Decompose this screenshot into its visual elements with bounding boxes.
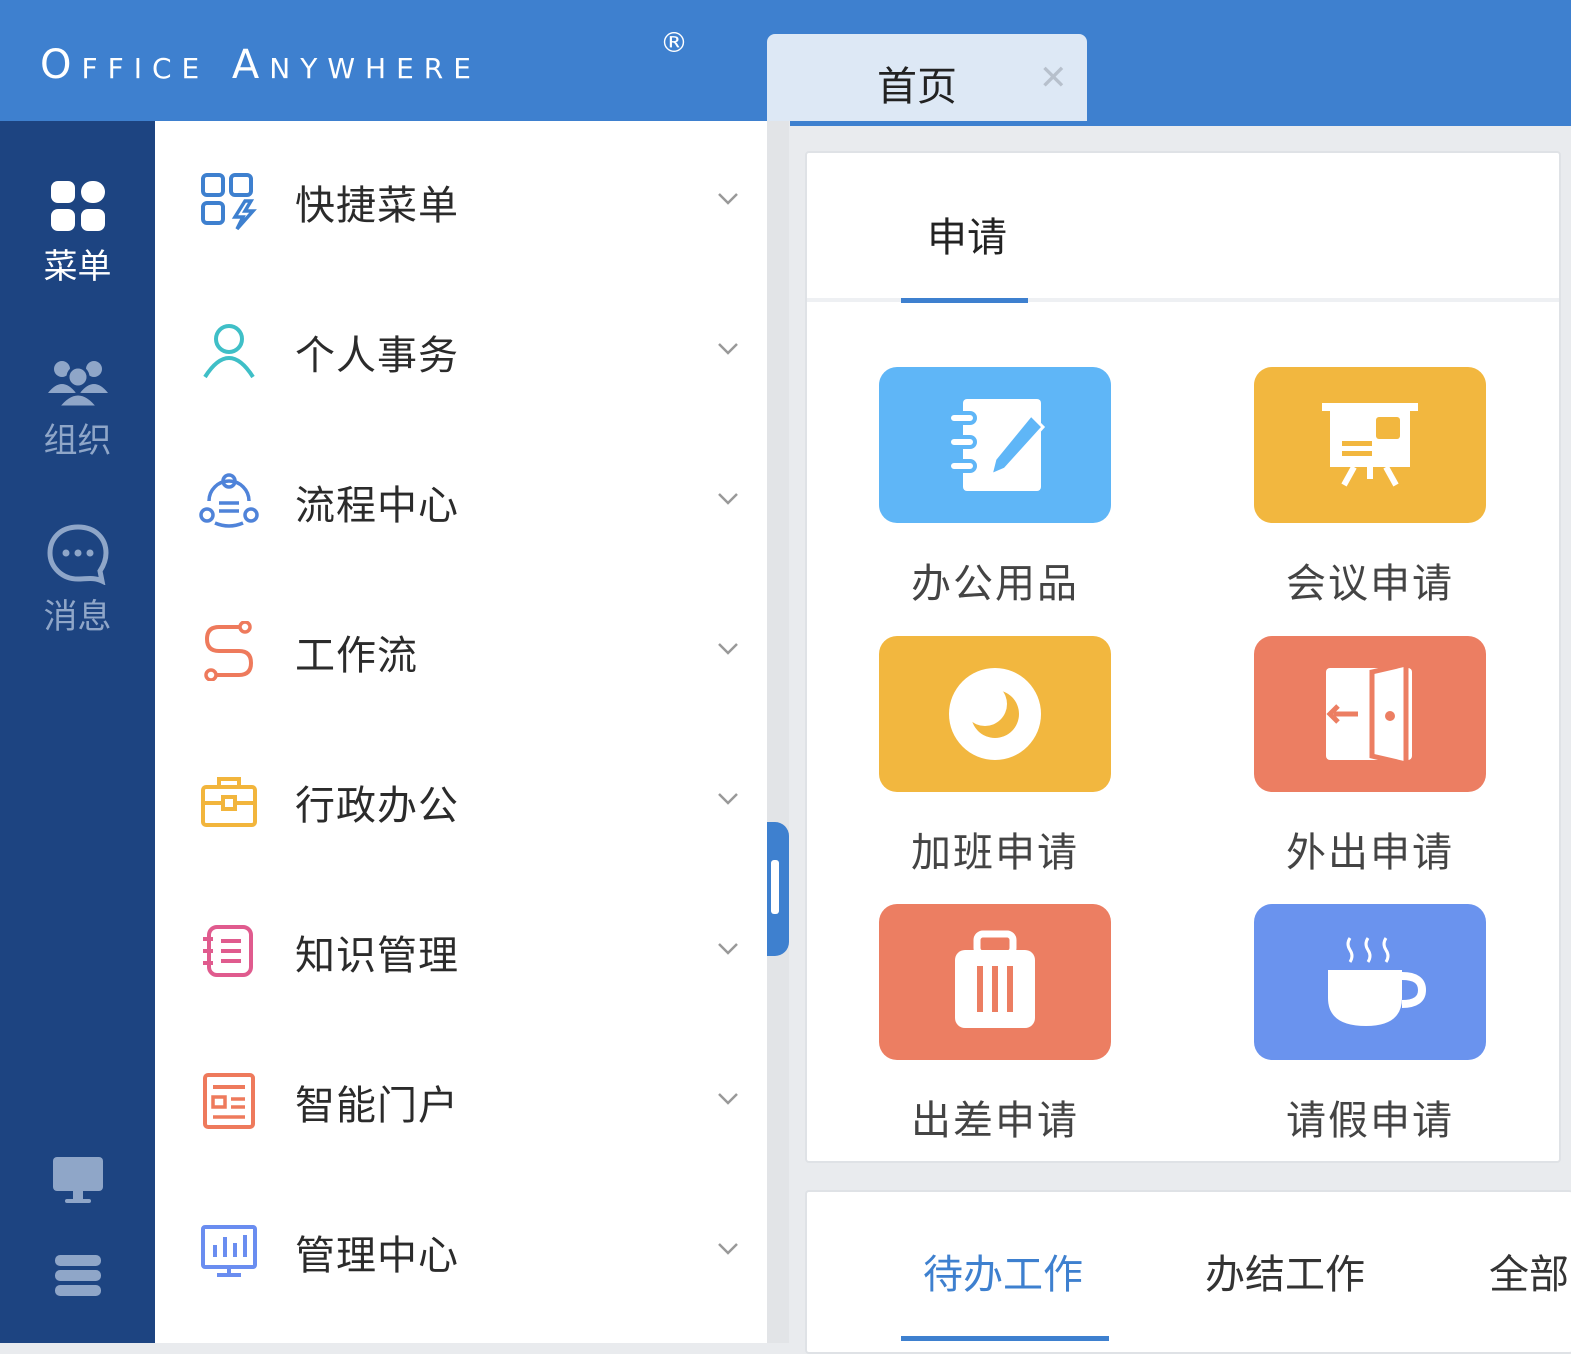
notebook-icon [203, 925, 253, 977]
collapse-handle[interactable] [767, 822, 789, 956]
tab-underline [790, 121, 1571, 126]
panel-divider [767, 121, 789, 1343]
rail-item-org[interactable]: 组织 [0, 357, 155, 462]
person-icon [203, 324, 255, 379]
menu-label-personal: 个人事务 [295, 333, 459, 379]
menu-label-workflow: 工作流 [295, 633, 418, 679]
menu-item-knowledge[interactable]: 知识管理 [155, 871, 767, 1021]
menu-item-quick[interactable]: 快捷菜单 [155, 121, 767, 271]
chevron-down-icon [718, 343, 738, 355]
chevron-down-icon [718, 1093, 738, 1105]
rail-label-message: 消息 [43, 597, 112, 637]
app-logo: Office Anywhere [40, 42, 481, 88]
workflow-icon [204, 621, 254, 681]
app-label: 办公用品 [911, 561, 1079, 607]
app-label: 出差申请 [911, 1098, 1079, 1144]
flow-center-icon [199, 473, 259, 528]
briefcase-icon [201, 777, 257, 827]
grid-icon [0, 179, 155, 235]
chart-screen-icon [201, 1225, 257, 1277]
left-rail: 菜单 组织 消息 [0, 121, 155, 1343]
chevron-down-icon [718, 793, 738, 805]
luggage-icon [879, 904, 1111, 1060]
menu-label-admin: 行政办公 [295, 783, 459, 829]
app-label: 外出申请 [1286, 830, 1454, 876]
menu-item-workflow[interactable]: 工作流 [155, 571, 767, 721]
coffee-icon [1254, 904, 1486, 1060]
menu-item-admin[interactable]: 行政办公 [155, 721, 767, 871]
app-office-supplies[interactable]: 办公用品 [879, 367, 1111, 609]
presentation-icon [1254, 367, 1486, 523]
users-icon [0, 357, 155, 409]
server-icon[interactable] [0, 1253, 155, 1297]
rail-item-message[interactable]: 消息 [0, 523, 155, 638]
app-label: 请假申请 [1286, 1098, 1454, 1144]
top-bar: Office Anywhere ® 首页 ✕ [0, 0, 1571, 121]
work-card: 待办工作 办结工作 全部 [805, 1190, 1571, 1354]
chevron-down-icon [718, 943, 738, 955]
chevron-down-icon [718, 493, 738, 505]
menu-panel: 快捷菜单 个人事务 流程中心 工作流 行政办公 知识管理 智能门户 管理中心 [155, 121, 767, 1343]
door-exit-icon [1254, 636, 1486, 792]
menu-item-management[interactable]: 管理中心 [155, 1171, 767, 1321]
tab-all-work[interactable]: 全部 [1489, 1242, 1569, 1300]
menu-item-flow-center[interactable]: 流程中心 [155, 421, 767, 571]
notepad-icon [879, 367, 1111, 523]
work-tab-indicator [901, 1336, 1109, 1341]
tab-home[interactable]: 首页 ✕ [767, 34, 1087, 121]
app-meeting[interactable]: 会议申请 [1254, 367, 1486, 609]
rail-label-org: 组织 [43, 421, 112, 461]
tab-home-label: 首页 [877, 64, 957, 110]
rail-item-menu[interactable]: 菜单 [0, 179, 155, 288]
portal-icon [203, 1073, 255, 1129]
app-out[interactable]: 外出申请 [1254, 636, 1486, 878]
quick-menu-icon [201, 173, 257, 231]
menu-label-flow-center: 流程中心 [295, 483, 459, 529]
registered-mark: ® [660, 26, 688, 59]
menu-item-personal[interactable]: 个人事务 [155, 271, 767, 421]
tab-pending-work[interactable]: 待办工作 [923, 1242, 1083, 1300]
monitor-icon[interactable] [0, 1155, 155, 1205]
app-label: 会议申请 [1286, 561, 1454, 607]
menu-label-management: 管理中心 [295, 1233, 459, 1279]
apply-card: 申请 办公用品 会议申请 加班申请 外出申请 出差申请 请假申请 [805, 151, 1561, 1163]
menu-item-portal[interactable]: 智能门户 [155, 1021, 767, 1171]
chevron-down-icon [718, 643, 738, 655]
moon-icon [879, 636, 1111, 792]
chevron-down-icon [718, 193, 738, 205]
close-icon[interactable]: ✕ [1039, 58, 1068, 98]
handle-grip [771, 860, 779, 914]
app-label: 加班申请 [911, 830, 1079, 876]
card-tab-indicator [901, 298, 1028, 303]
app-overtime[interactable]: 加班申请 [879, 636, 1111, 878]
menu-label-knowledge: 知识管理 [295, 933, 459, 979]
tab-apply[interactable]: 申请 [927, 205, 1007, 263]
tab-finished-work[interactable]: 办结工作 [1205, 1242, 1365, 1300]
menu-label-portal: 智能门户 [295, 1083, 459, 1129]
chevron-down-icon [718, 1243, 738, 1255]
app-leave[interactable]: 请假申请 [1254, 904, 1486, 1146]
menu-label-quick: 快捷菜单 [295, 183, 459, 229]
chat-icon [0, 523, 155, 585]
app-business-trip[interactable]: 出差申请 [879, 904, 1111, 1146]
rail-label-menu: 菜单 [43, 247, 112, 287]
